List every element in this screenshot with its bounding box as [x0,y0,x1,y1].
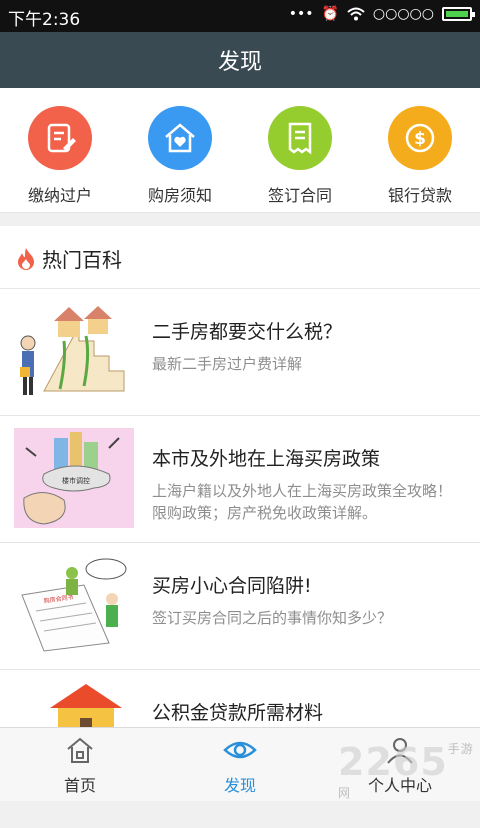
article-title: 公积金贷款所需材料 [152,702,324,724]
alarm-off-icon: ⏰ [321,6,339,22]
tab-label: 发现 [223,776,256,795]
house-heart-icon [148,106,212,170]
watermark-logo: 2265手游网 [338,740,480,828]
list-item[interactable]: 二手房都要交什么税？ 最新二手房过户费详解 [0,289,480,416]
list-item[interactable]: 楼市调控 本市及外地在上海买房政策 上海户籍以及外地人在上海买房政策全攻略！限购… [0,416,480,543]
title-bar: 发现 [0,32,480,88]
article-title: 买房小心合同陷阱! [152,575,312,597]
contract-trap-illustration: 购房合同书 [14,555,134,655]
home-icon [67,737,93,763]
article-title: 本市及外地在上海买房政策 [152,448,381,470]
article-desc: 最新二手房过户费详解 [152,355,303,373]
status-icons: ••• ⏰ ○○○○○ [288,6,475,22]
flame-icon [18,248,34,270]
article-title: 二手房都要交什么税？ [152,321,343,343]
more-dots-icon: ••• [288,6,314,22]
thumb-label: 楼市调控 [62,476,90,485]
contract-icon [268,106,332,170]
tab-discover[interactable]: 发现 [180,736,300,796]
tab-label: 首页 [63,776,96,795]
house-stairs-illustration [14,301,134,401]
quick-actions: 缴纳过户 购房须知 签订合同 $ 银行贷款 [0,88,480,213]
page-title: 发现 [217,50,262,75]
svg-text:$: $ [414,129,426,149]
battery-icon [442,7,475,21]
section-title: 热门百科 [42,248,122,272]
city-policy-illustration: 楼市调控 [14,428,134,528]
article-list: 二手房都要交什么税？ 最新二手房过户费详解 楼市调控 本市及外地在上海买房政策 … [0,289,480,797]
action-transfer[interactable]: 缴纳过户 [0,106,120,206]
wifi-icon [347,7,365,21]
action-buying-notice[interactable]: 购房须知 [120,106,240,206]
list-item[interactable]: 购房合同书 买房小心合同陷阱! 签订买房合同之后的事情你知多少？ [0,543,480,670]
action-sign-contract[interactable]: 签订合同 [240,106,360,206]
action-label: 缴纳过户 [27,186,92,205]
tab-home[interactable]: 首页 [20,736,140,796]
action-bank-loan[interactable]: $ 银行贷款 [360,106,480,206]
action-label: 购房须知 [147,186,212,205]
status-time: 下午2:36 [8,10,81,30]
action-label: 签订合同 [267,186,332,205]
dollar-coin-icon: $ [388,106,452,170]
edit-document-icon [28,106,92,170]
watermark-brand: 2265 [338,740,448,784]
article-desc: 上海户籍以及外地人在上海买房政策全攻略！限购政策；房产税免收政策详解。 [152,482,453,522]
eye-icon [223,741,257,759]
action-label: 银行贷款 [387,186,452,205]
signal-icon: ○○○○○ [372,6,434,22]
hot-section-header: 热门百科 [0,226,480,289]
status-bar: 下午2:36 ••• ⏰ ○○○○○ [0,0,480,32]
article-desc: 签订买房合同之后的事情你知多少？ [152,609,393,627]
